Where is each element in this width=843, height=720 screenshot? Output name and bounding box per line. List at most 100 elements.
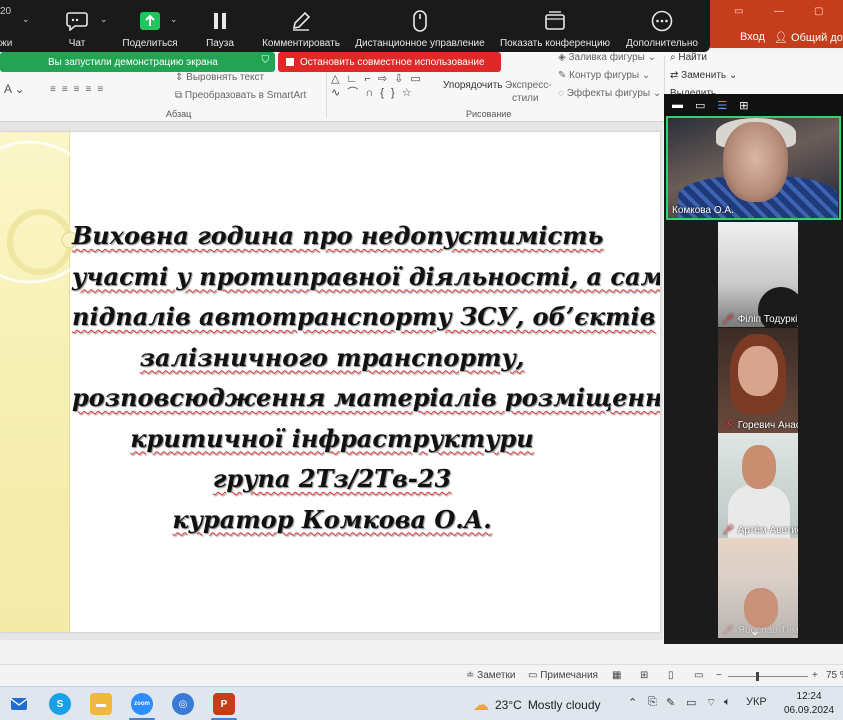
slide-sorter-icon[interactable]: ⊞ — [640, 670, 648, 681]
zoom-in-button[interactable]: + — [812, 670, 818, 681]
video-feed — [744, 588, 778, 628]
weather-widget[interactable]: ☁︎ 23°C Mostly cloudy — [473, 695, 601, 715]
slide-title-text[interactable]: Виховна година про недопустимість участі… — [72, 216, 660, 540]
language-indicator[interactable]: УКР — [746, 696, 767, 708]
smartart-icon: ⧉ — [175, 90, 185, 101]
volume-icon[interactable]: 🔈︎ — [724, 696, 731, 709]
mail-icon[interactable] — [8, 693, 30, 715]
minimize-icon[interactable]: — — [774, 6, 784, 17]
maximize-icon[interactable]: ▢ — [814, 6, 823, 17]
participant-tile[interactable]: 🎤︎Артём Аветисян — [718, 433, 798, 538]
pause-button[interactable]: Пауза — [202, 8, 238, 49]
pause-icon — [214, 13, 226, 29]
slide-text-line: підпалів автотранспорту ЗСУ, об’єктів — [72, 302, 656, 331]
pen-tray-icon[interactable]: ✎ — [666, 696, 675, 709]
participant-tile[interactable]: 🎤︎Горевич Анастасия — [718, 328, 798, 433]
chat-icon — [66, 12, 88, 31]
comments-button[interactable]: ▭ Примечания — [528, 670, 598, 681]
chat-button[interactable]: Чат — [60, 8, 94, 49]
muted-mic-icon: 🎤︎ — [722, 314, 735, 325]
zoom-icon[interactable]: zoom — [131, 693, 153, 715]
slide-canvas[interactable]: Виховна година про недопустимість участі… — [0, 132, 660, 632]
grid-view-icon[interactable]: ⊞ — [739, 99, 748, 112]
reading-view-icon[interactable]: ▯ — [668, 670, 674, 681]
remote-control-button[interactable]: Дистанционное управление — [352, 8, 488, 49]
font-color-button[interactable]: A ⌄ — [4, 82, 25, 96]
stop-icon — [286, 58, 294, 66]
slide-text-line: критичної інфраструктури — [130, 423, 534, 453]
chevron-down-icon[interactable]: ⌄ — [100, 14, 108, 25]
shapes-gallery[interactable]: △ ∟ ⌐ ⇨ ⇩ ▭ ∿ ⌒ ∩ { } ☆ — [331, 72, 437, 102]
shape-fill-label: Заливка фигуры — [568, 52, 645, 63]
replace-button[interactable]: ⇄ Заменить ⌄ — [670, 70, 737, 81]
participant-tile[interactable]: 🎤︎ Ярослав Тимо — [718, 538, 798, 638]
chevron-down-icon[interactable]: ⌄ — [170, 14, 178, 25]
single-view-icon[interactable]: ▭ — [695, 99, 705, 112]
slide-text-line: розповсюдження матеріалів розміщення — [72, 383, 660, 412]
pause-label: Пауза — [206, 38, 234, 49]
chevron-up-icon[interactable]: ⌃ — [628, 696, 637, 709]
browser-icon[interactable]: ◎ — [172, 693, 194, 715]
annotate-button[interactable]: Комментировать — [260, 8, 342, 49]
usb-icon[interactable]: ⎘ — [648, 696, 657, 709]
participants-panel: ▬ ▭ ☰ ⊞ Комкова О.А. 🎤︎ Філіп Тодуркін 🎤︎… — [664, 94, 843, 644]
video-feed — [723, 122, 788, 202]
window-icon — [545, 11, 565, 30]
zoom-toolbar: 20 ⌄ жи Чат ⌄ Поделиться ⌄ Пауза Коммент… — [0, 0, 710, 52]
smartart-button[interactable]: ⧉ Преобразовать в SmartArt — [175, 90, 306, 101]
participant-tile[interactable]: 🎤︎ Філіп Тодуркін — [718, 222, 798, 327]
strip-view-icon[interactable]: ☰ — [717, 99, 727, 112]
chevron-down-icon[interactable]: ⌄ — [22, 14, 30, 25]
quick-styles-button[interactable]: Экспресс- — [505, 80, 552, 91]
weather-condition: Mostly cloudy — [527, 698, 601, 712]
slideshow-icon[interactable]: ▭ — [694, 670, 703, 681]
powerpoint-title-bar: ▭ — ▢ Вход 👤︎ Общий дос — [710, 0, 843, 48]
participant-tile[interactable]: Комкова О.А. — [666, 116, 841, 220]
zoom-slider[interactable] — [728, 672, 808, 681]
clock[interactable]: 12:24 06.09.2024 — [784, 690, 834, 718]
pencil-icon — [292, 11, 311, 31]
participant-name: Ярослав Тимо — [737, 625, 798, 636]
shield-icon: ⛉ — [261, 55, 270, 66]
arrange-button[interactable]: Упорядочить — [443, 80, 503, 91]
align-text-label: Выровнять текст — [186, 72, 265, 83]
temperature: 23°C — [495, 698, 522, 712]
quick-styles-label-1: Экспресс- — [505, 80, 552, 91]
quick-styles-label-2: стили — [512, 93, 539, 104]
zoom-level[interactable]: 75 % — [826, 670, 843, 681]
paragraph-align-buttons[interactable]: ≡≡≡≡≡ — [50, 84, 109, 95]
more-button[interactable]: Дополнительно — [622, 8, 702, 49]
folder-icon[interactable]: ▬ — [90, 693, 112, 715]
show-conference-button[interactable]: Показать конференцию — [496, 8, 614, 49]
normal-view-icon[interactable]: ▦ — [612, 670, 621, 681]
powerpoint-icon[interactable]: P — [213, 693, 235, 715]
user-icon: 👤︎ — [774, 32, 792, 44]
battery-icon[interactable]: ▭ — [686, 696, 696, 709]
participant-name-row: 🎤︎Артём Аветисян — [722, 525, 798, 536]
remote-control-label: Дистанционное управление — [355, 38, 485, 49]
restore-icon[interactable]: ▭ — [734, 6, 743, 17]
sign-in-link[interactable]: Вход — [740, 31, 765, 43]
align-text-button[interactable]: ⇕ Выровнять текст — [175, 72, 264, 83]
share-screen-icon — [140, 12, 160, 30]
find-button[interactable]: ⌕ Найти — [670, 52, 707, 63]
smartart-label: Преобразовать в SmartArt — [184, 90, 307, 101]
skype-icon[interactable]: S — [49, 693, 71, 715]
share-link[interactable]: 👤︎ Общий дос — [774, 31, 843, 44]
muted-mic-icon: 🎤︎ — [722, 420, 735, 431]
zoom-out-button[interactable]: − — [716, 670, 722, 681]
shape-fill-button[interactable]: ◈ Заливка фигуры ⌄ — [558, 52, 656, 63]
notes-button[interactable]: ≐ Заметки — [466, 670, 515, 681]
mouse-icon — [413, 10, 427, 32]
zoom-slider-handle[interactable] — [756, 672, 759, 681]
participant-name-row: 🎤︎Горевич Анастасия — [722, 420, 798, 431]
slide-text-line: група 2Тз/2Тв-23 — [212, 464, 452, 493]
chevron-down-icon[interactable]: ⌄ — [750, 624, 760, 638]
shape-effects-button[interactable]: ◌ Эффекты фигуры ⌄ — [558, 88, 661, 99]
minimize-panel-icon[interactable]: ▬ — [672, 99, 683, 111]
stop-sharing-button[interactable]: Остановить совместное использование — [278, 52, 501, 72]
shape-outline-button[interactable]: ✎ Контур фигуры ⌄ — [558, 70, 650, 81]
status-bar: ≐ Заметки ▭ Примечания ▦ ⊞ ▯ ▭ − + 75 % — [0, 664, 843, 686]
wifi-icon[interactable]: ⌔ — [706, 696, 716, 710]
taskbar: S ▬ zoom ◎ P ☁︎ 23°C Mostly cloudy ⌃ ⎘ ✎… — [0, 686, 843, 720]
